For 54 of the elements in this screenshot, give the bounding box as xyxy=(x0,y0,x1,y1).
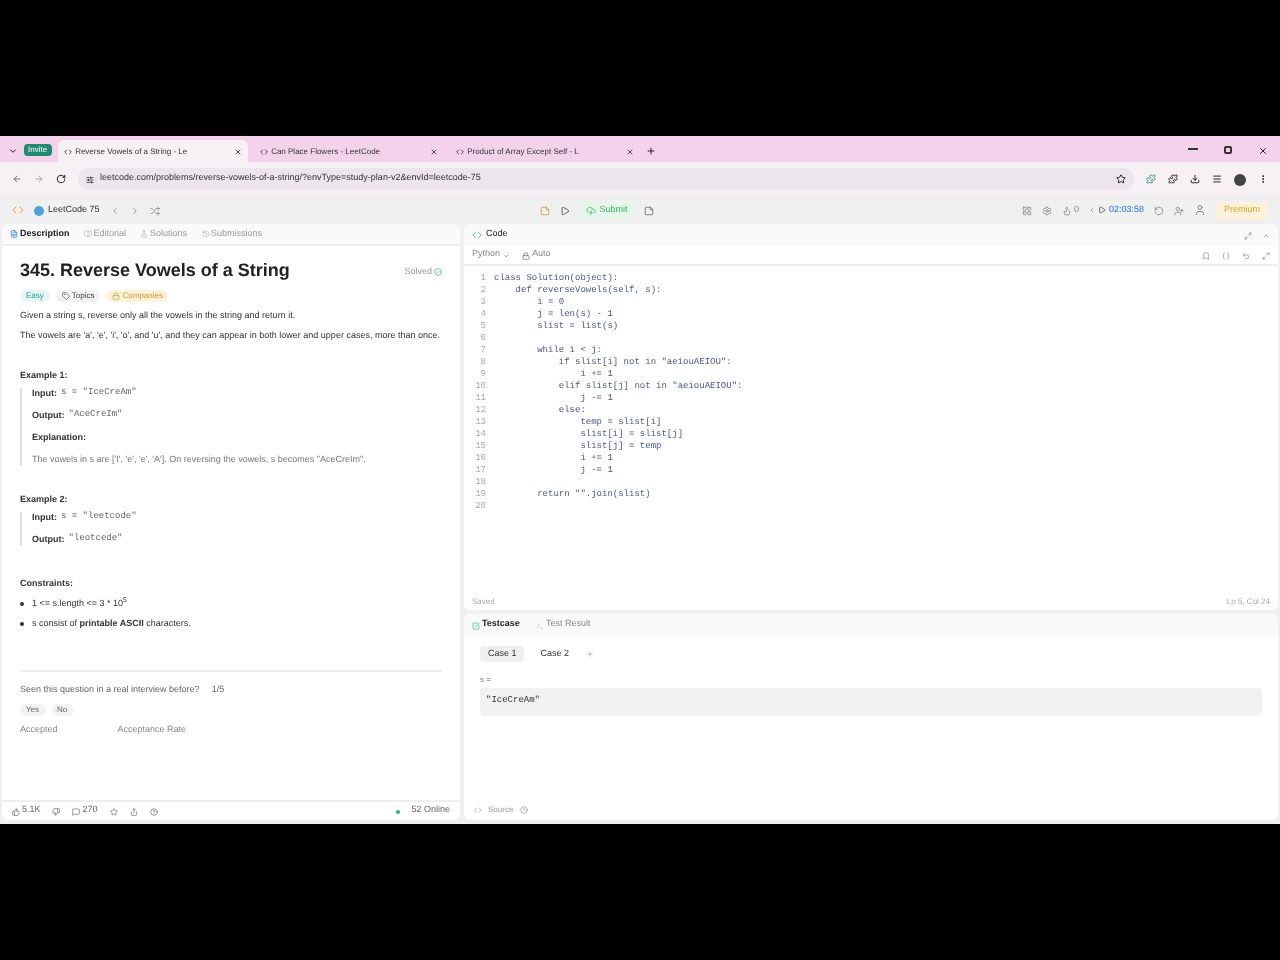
avatar-icon[interactable] xyxy=(1193,204,1206,216)
reload-icon[interactable] xyxy=(56,174,66,184)
help-icon[interactable] xyxy=(519,806,528,814)
tab-list-icon[interactable] xyxy=(8,146,18,156)
expand-icon[interactable] xyxy=(1262,251,1270,259)
run-icon[interactable] xyxy=(559,205,570,215)
study-plan-icon xyxy=(34,205,44,215)
code-icon xyxy=(472,230,482,240)
site-settings-icon xyxy=(86,175,94,183)
site-icon xyxy=(259,147,268,155)
back-icon[interactable] xyxy=(12,174,22,184)
download-icon[interactable] xyxy=(1190,174,1200,184)
comment-icon[interactable] xyxy=(72,807,81,815)
previous-icon[interactable] xyxy=(109,205,120,215)
history-icon xyxy=(201,230,210,238)
undo-icon[interactable] xyxy=(1242,251,1250,259)
like-icon[interactable] xyxy=(12,807,20,815)
favorite-icon[interactable] xyxy=(109,807,118,815)
extension-icon[interactable] xyxy=(1146,174,1156,184)
bookmark-icon[interactable] xyxy=(1202,251,1210,259)
document-icon xyxy=(10,230,18,238)
site-icon xyxy=(455,147,464,155)
new-tab-icon[interactable] xyxy=(645,146,656,156)
sidebar-icon[interactable] xyxy=(1212,174,1222,184)
check-icon xyxy=(434,267,442,275)
flask-icon xyxy=(140,230,149,238)
dislike-icon[interactable] xyxy=(52,807,61,815)
shuffle-icon[interactable] xyxy=(149,205,160,215)
play-icon[interactable] xyxy=(1098,206,1107,214)
logo-icon[interactable] xyxy=(12,204,24,216)
lock-icon xyxy=(112,292,121,300)
checkbox-icon xyxy=(472,621,480,629)
settings-icon[interactable] xyxy=(1041,205,1052,215)
site-icon xyxy=(63,147,72,155)
reset-icon[interactable] xyxy=(1153,205,1164,215)
tag-icon xyxy=(61,292,70,300)
help-icon[interactable] xyxy=(149,807,158,815)
terminal-icon xyxy=(535,621,544,629)
streak-icon xyxy=(1061,205,1072,215)
bookmark-star-icon[interactable] xyxy=(1116,174,1126,184)
invite-icon[interactable] xyxy=(1173,205,1184,215)
layout-icon[interactable] xyxy=(1021,205,1032,215)
upload-icon xyxy=(585,205,596,215)
next-icon[interactable] xyxy=(129,205,140,215)
source-code-icon xyxy=(474,806,482,814)
profile-avatar[interactable] xyxy=(1234,173,1246,185)
problem-title: 345. Reverse Vowels of a String xyxy=(20,260,290,282)
share-icon[interactable] xyxy=(129,807,138,815)
extensions-icon[interactable] xyxy=(1168,174,1178,184)
format-icon[interactable] xyxy=(1222,251,1230,259)
lock-icon xyxy=(522,251,531,259)
forward-icon[interactable] xyxy=(34,174,44,184)
maximize-icon[interactable] xyxy=(1224,146,1232,154)
notes-icon[interactable] xyxy=(643,205,654,215)
